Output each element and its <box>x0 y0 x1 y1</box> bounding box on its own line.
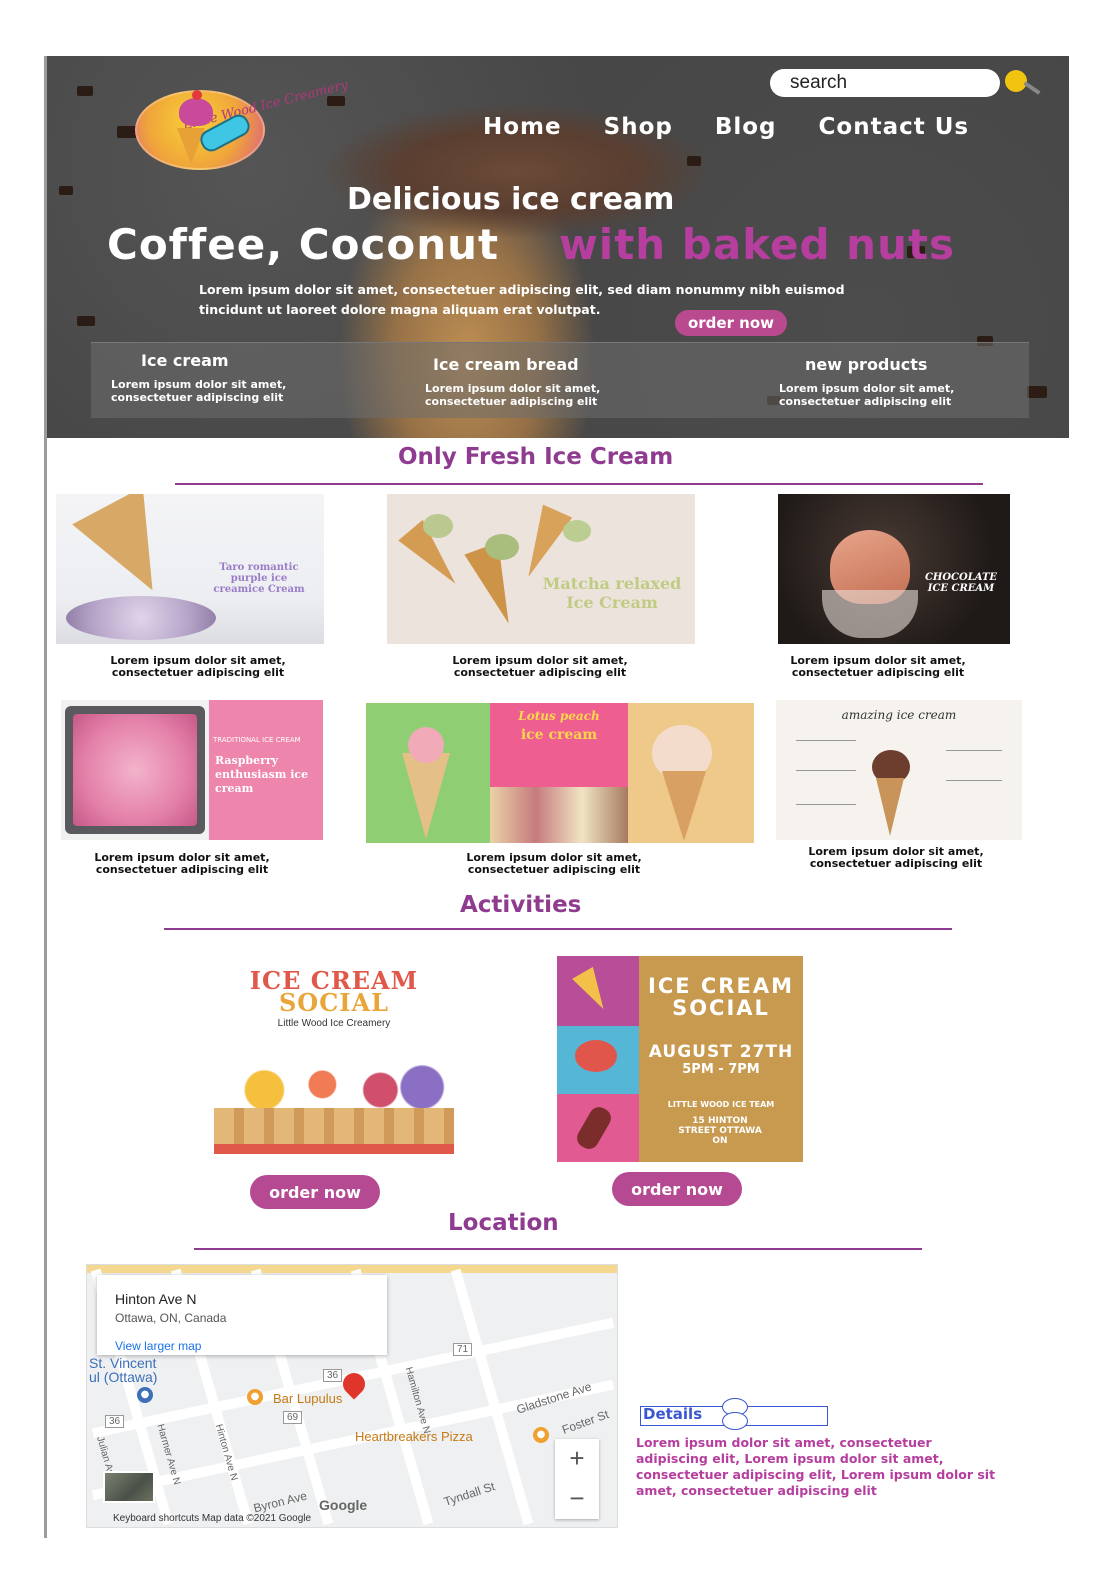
product-image-label: Taro romantic purple ice creamice Cream <box>213 562 305 595</box>
product-image-small-label: TRADITIONAL ICE CREAM <box>213 736 301 744</box>
feature-band: Ice cream Lorem ipsum dolor sit amet, co… <box>91 342 1029 418</box>
feature-ice-cream: Ice cream Lorem ipsum dolor sit amet, co… <box>111 351 321 404</box>
logo[interactable]: Little Wood Ice Creamery <box>135 78 350 170</box>
product-description: Lorem ipsum dolor sit amet, consectetuer… <box>466 851 642 876</box>
product-image-label: amazing ice cream <box>841 708 957 722</box>
route-badge: 36 <box>323 1369 343 1382</box>
product-image-label: CHOCOLATE ICE CREAM <box>924 572 998 594</box>
activity-poster-august-social[interactable]: ICE CREAM SOCIAL AUGUST 27TH 5PM - 7PM L… <box>557 956 803 1162</box>
product-image-amazing[interactable]: amazing ice cream <box>776 700 1022 840</box>
section-divider <box>194 1248 922 1250</box>
product-image-label-2: ice cream <box>520 727 598 743</box>
route-badge: 71 <box>453 1343 473 1356</box>
details-title: Details <box>643 1405 703 1423</box>
location-map[interactable]: Hinton Ave N Ottawa, ON, Canada View lar… <box>86 1264 618 1528</box>
feature-title: new products <box>805 355 928 374</box>
hero-order-button[interactable]: order now <box>675 310 787 336</box>
map-info-card: Hinton Ave N Ottawa, ON, Canada View lar… <box>97 1275 387 1355</box>
feature-text: Lorem ipsum dolor sit amet, consectetuer… <box>425 382 601 408</box>
google-logo: Google <box>319 1497 368 1513</box>
hero-subtitle: Delicious ice cream <box>347 182 675 217</box>
search-icon[interactable] <box>1005 70 1027 92</box>
map-place-name: Hinton Ave N <box>115 1291 197 1307</box>
map-view-larger-link[interactable]: View larger map <box>115 1339 201 1353</box>
route-badge: 36 <box>105 1415 125 1428</box>
logo-scoop-shape <box>179 98 213 126</box>
map-label: Foster St <box>560 1407 611 1437</box>
product-description: Lorem ipsum dolor sit amet, consectetuer… <box>790 654 966 679</box>
product-image-raspberry[interactable]: TRADITIONAL ICE CREAM Raspberry enthusia… <box>61 700 323 840</box>
route-badge: 69 <box>283 1411 303 1424</box>
section-title-fresh: Only Fresh Ice Cream <box>398 444 674 470</box>
feature-title: Ice cream bread <box>433 355 579 374</box>
map-label: Bar Lupulus <box>273 1391 343 1406</box>
hero-title-accent: with baked nuts <box>559 220 956 269</box>
feature-ice-cream-bread: Ice cream bread Lorem ipsum dolor sit am… <box>425 355 635 408</box>
feature-title: Ice cream <box>141 351 229 370</box>
product-image-label: Matcha relaxed Ice Cream <box>542 574 682 612</box>
section-title-location: Location <box>448 1210 559 1236</box>
section-divider <box>164 928 952 930</box>
poster-venue: LITTLE WOOD ICE TEAM <box>667 1100 775 1109</box>
map-zoom-control: + − <box>555 1439 599 1519</box>
product-image-label: Raspberry enthusiasm ice cream <box>215 754 309 795</box>
hero-banner: Little Wood Ice Creamery Home Shop Blog … <box>47 56 1069 438</box>
hero-description: Lorem ipsum dolor sit amet, consectetuer… <box>199 282 845 317</box>
search-icon-handle <box>1023 81 1041 95</box>
poster-address: 15 HINTON STREET OTTAWA ON <box>678 1116 762 1146</box>
logo-cherry-shape <box>192 90 202 100</box>
poster-title: ICE CREAM <box>648 974 794 998</box>
section-divider <box>175 483 983 485</box>
activity-order-button-2[interactable]: order now <box>612 1172 742 1206</box>
nav-shop[interactable]: Shop <box>604 114 673 140</box>
poster-title-2: SOCIAL <box>278 988 390 1017</box>
map-place-city: Ottawa, ON, Canada <box>115 1311 227 1325</box>
nav-home[interactable]: Home <box>483 114 562 140</box>
map-label: Tyndall St <box>442 1479 497 1509</box>
poi-icon[interactable]: ● <box>137 1387 153 1403</box>
search-input[interactable] <box>770 69 1000 97</box>
map-footer[interactable]: Keyboard shortcuts Map data ©2021 Google <box>87 1513 617 1527</box>
poster-time: 5PM - 7PM <box>682 1062 760 1077</box>
activity-poster-ice-cream-social[interactable]: ICE CREAM SOCIAL Little Wood Ice Creamer… <box>208 958 460 1160</box>
details-text: Lorem ipsum dolor sit amet, consectetuer… <box>636 1435 996 1498</box>
product-image-taro[interactable]: Taro romantic purple ice creamice Cream <box>56 494 324 644</box>
product-image-chocolate[interactable]: CHOCOLATE ICE CREAM <box>778 494 1010 644</box>
nav-blog[interactable]: Blog <box>715 114 777 140</box>
zoom-in-button[interactable]: + <box>555 1439 599 1479</box>
feature-text: Lorem ipsum dolor sit amet, consectetuer… <box>111 378 287 404</box>
map-label: ul (Ottawa) <box>89 1369 158 1385</box>
poi-icon[interactable]: ● <box>247 1389 263 1405</box>
poi-icon[interactable]: ● <box>533 1427 549 1443</box>
map-label: Heartbreakers Pizza <box>355 1429 473 1444</box>
main-nav: Home Shop Blog Contact Us <box>483 114 969 140</box>
satellite-toggle-thumbnail[interactable] <box>103 1471 155 1503</box>
activity-order-button-1[interactable]: order now <box>250 1175 380 1209</box>
poster-date: AUGUST 27TH <box>648 1042 794 1062</box>
nav-contact-us[interactable]: Contact Us <box>819 114 970 140</box>
product-description: Lorem ipsum dolor sit amet, consectetuer… <box>452 654 628 679</box>
map-label: Byron Ave <box>252 1488 309 1516</box>
feature-new-products: new products Lorem ipsum dolor sit amet,… <box>779 355 989 408</box>
details-handle[interactable] <box>722 1412 748 1430</box>
feature-text: Lorem ipsum dolor sit amet, consectetuer… <box>779 382 955 408</box>
product-description: Lorem ipsum dolor sit amet, consectetuer… <box>808 845 984 870</box>
product-image-label: Lotus peach <box>518 709 600 723</box>
product-description: Lorem ipsum dolor sit amet, consectetuer… <box>94 851 270 876</box>
poster-subtitle: Little Wood Ice Creamery <box>277 1018 391 1029</box>
section-title-activities: Activities <box>460 892 582 918</box>
product-description: Lorem ipsum dolor sit amet, consectetuer… <box>110 654 286 679</box>
hero-title: Coffee, Coconut <box>107 220 500 269</box>
product-image-matcha[interactable]: Matcha relaxed Ice Cream <box>387 494 695 644</box>
poster-title-2: SOCIAL <box>672 996 770 1020</box>
product-image-lotus-peach[interactable]: Lotus peach ice cream <box>366 703 754 843</box>
